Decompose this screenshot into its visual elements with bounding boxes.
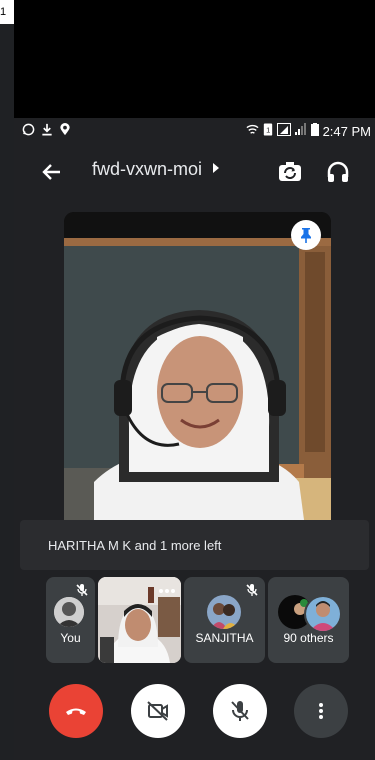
download-icon: [41, 123, 53, 139]
participant-label: SANJITHA: [195, 631, 254, 645]
mic-off-icon: [245, 583, 259, 602]
camera-switch-icon: [279, 162, 301, 181]
wifi-icon: [246, 123, 259, 139]
pin-icon: [301, 228, 311, 243]
chevron-right-icon: [212, 163, 220, 176]
switch-camera-button[interactable]: [276, 158, 304, 186]
participant-label: You: [60, 631, 81, 645]
more-horizontal-icon[interactable]: [159, 581, 175, 599]
end-call-button[interactable]: [49, 684, 103, 738]
participant-tile-you[interactable]: You: [46, 577, 95, 663]
black-area: [14, 0, 375, 118]
pin-button[interactable]: [291, 220, 321, 250]
video-off-icon: [147, 701, 168, 721]
participant-label: 90 others: [283, 631, 334, 645]
headphones-icon: [327, 161, 349, 182]
more-options-button[interactable]: [294, 684, 348, 738]
avatar: [54, 597, 84, 627]
audio-output-button[interactable]: [324, 158, 352, 186]
status-time: 2:47 PM: [322, 123, 371, 139]
whatsapp-icon: [22, 123, 35, 139]
participant-tile-sanjitha[interactable]: SANJITHA: [184, 577, 265, 663]
status-bar: 1 2:47 PM: [14, 118, 375, 144]
meeting-code: fwd-vxwn-moi: [92, 159, 203, 179]
phone-screen: 1 2:47 PM fwd-vxwn-moi HARITHA M K and 1…: [14, 0, 375, 760]
sim-icon: 1: [263, 123, 273, 139]
main-video[interactable]: [64, 212, 331, 520]
participant-strip: You SANJITHA 90 others: [14, 576, 375, 666]
battery-icon: [310, 123, 319, 139]
mic-off-icon: [231, 701, 249, 721]
arrow-left-icon: [42, 164, 60, 180]
corner-text: 1: [0, 0, 14, 24]
participant-tile-others[interactable]: 90 others: [268, 577, 349, 663]
participant-tile-video[interactable]: [98, 577, 181, 663]
avatar: [207, 595, 241, 629]
meeting-title[interactable]: fwd-vxwn-moi: [92, 159, 220, 180]
back-button[interactable]: [38, 158, 66, 186]
location-icon: [59, 123, 71, 139]
mic-toggle-button[interactable]: [213, 684, 267, 738]
svg-text:1: 1: [266, 125, 270, 134]
signal-icon: [276, 123, 307, 139]
camera-toggle-button[interactable]: [131, 684, 185, 738]
more-vertical-icon: [319, 703, 323, 719]
call-header: fwd-vxwn-moi: [14, 150, 375, 194]
notice-text: HARITHA M K and 1 more left: [48, 538, 222, 553]
bottom-area: [14, 740, 375, 760]
phone-hangup-icon: [66, 708, 86, 715]
avatar: [304, 595, 342, 633]
speaker-video-image: [64, 212, 331, 520]
call-controls: [14, 684, 375, 740]
participant-left-notice: HARITHA M K and 1 more left: [20, 520, 369, 570]
left-edge-strip: 1: [0, 0, 14, 760]
